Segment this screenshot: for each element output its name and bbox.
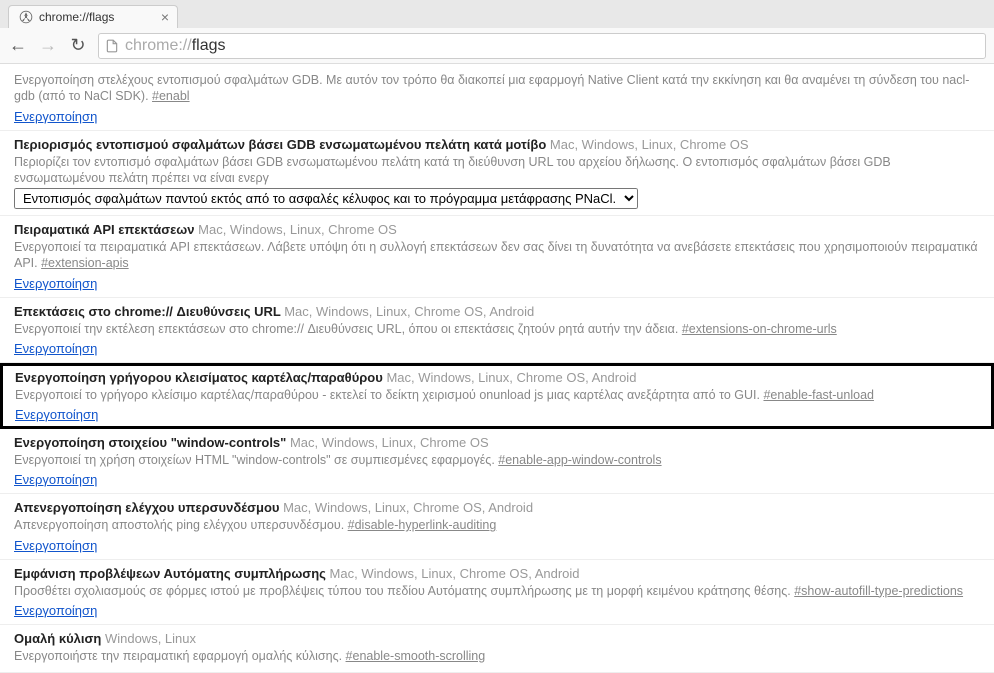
flag-anchor-link[interactable]: #enable-smooth-scrolling xyxy=(346,649,486,663)
flag-anchor-link[interactable]: #disable-hyperlink-auditing xyxy=(348,518,497,532)
flag-item: Εμφάνιση προβλέψεων Αυτόματης συμπλήρωση… xyxy=(0,560,994,625)
flag-title: Πειραματικά API επεκτάσεων xyxy=(14,222,198,237)
toolbar: ← → ↻ chrome://flags xyxy=(0,28,994,64)
flag-description: Ενεργοποιήστε την πειραματική εφαρμογή ο… xyxy=(14,648,980,664)
flag-title: Απενεργοποίηση ελέγχου υπερσυνδέσμου xyxy=(14,500,283,515)
flags-list: Ενεργοποίηση στελέχους εντοπισμού σφαλμά… xyxy=(0,64,994,673)
flag-anchor-link[interactable]: #extensions-on-chrome-urls xyxy=(682,322,837,336)
enable-link[interactable]: Ενεργοποίηση xyxy=(14,538,97,553)
tab-bar: chrome://flags × xyxy=(0,0,994,28)
flag-anchor-link[interactable]: #extension-apis xyxy=(41,256,129,270)
flag-title: Επεκτάσεις στο chrome:// Διευθύνσεις URL xyxy=(14,304,284,319)
flag-anchor-link[interactable]: #enabl xyxy=(152,89,190,103)
flag-title: Ενεργοποίηση στοιχείου "window-controls" xyxy=(14,435,290,450)
flag-platforms: Mac, Windows, Linux, Chrome OS, Android xyxy=(283,500,533,515)
forward-button[interactable]: → xyxy=(38,35,58,56)
flag-description: Ενεργοποιεί το γρήγορο κλείσιμο καρτέλας… xyxy=(15,387,979,403)
flag-platforms: Mac, Windows, Linux, Chrome OS, Android xyxy=(330,566,580,581)
flag-anchor-link[interactable]: #show-autofill-type-predictions xyxy=(794,584,963,598)
browser-tab[interactable]: chrome://flags × xyxy=(8,5,178,28)
flag-platforms: Mac, Windows, Linux, Chrome OS xyxy=(198,222,397,237)
flag-platforms: Mac, Windows, Linux, Chrome OS, Android xyxy=(386,370,636,385)
flag-item: Επεκτάσεις στο chrome:// Διευθύνσεις URL… xyxy=(0,298,994,363)
flag-platforms: Mac, Windows, Linux, Chrome OS xyxy=(550,137,749,152)
enable-link[interactable]: Ενεργοποίηση xyxy=(15,407,98,422)
tab-title: chrome://flags xyxy=(39,10,114,24)
flag-item: Ομαλή κύλιση Windows, Linux Ενεργοποιήστε… xyxy=(0,625,994,673)
flag-title: Ομαλή κύλιση xyxy=(14,631,105,646)
flag-title: Εμφάνιση προβλέψεων Αυτόματης συμπλήρωση… xyxy=(14,566,330,581)
omnibox[interactable]: chrome://flags xyxy=(98,33,986,59)
flag-anchor-link[interactable]: #enable-fast-unload xyxy=(763,388,874,402)
page-icon xyxy=(105,39,119,53)
flag-item: Περιορισμός εντοπισμού σφαλμάτων βάσει G… xyxy=(0,131,994,217)
flag-select[interactable]: Εντοπισμός σφαλμάτων παντού εκτός από το… xyxy=(14,188,638,209)
flag-item: Ενεργοποίηση γρήγορου κλεισίματος καρτέλ… xyxy=(0,363,994,429)
nuclear-icon xyxy=(19,10,33,24)
flag-item: Πειραματικά API επεκτάσεων Mac, Windows,… xyxy=(0,216,994,298)
back-button[interactable]: ← xyxy=(8,35,28,56)
flag-item: Ενεργοποίηση στοιχείου "window-controls"… xyxy=(0,429,994,494)
flag-description: Ενεργοποιεί την εκτέλεση επεκτάσεων στο … xyxy=(14,321,980,337)
url-text: chrome://flags xyxy=(125,37,225,55)
flag-description: Ενεργοποίηση στελέχους εντοπισμού σφαλμά… xyxy=(14,72,980,105)
flag-platforms: Mac, Windows, Linux, Chrome OS, Android xyxy=(284,304,534,319)
enable-link[interactable]: Ενεργοποίηση xyxy=(14,276,97,291)
flag-title: Ενεργοποίηση γρήγορου κλεισίματος καρτέλ… xyxy=(15,370,386,385)
flag-description: Προσθέτει σχολιασμούς σε φόρμες ιστού με… xyxy=(14,583,980,599)
flag-description: Ενεργοποιεί τη χρήση στοιχείων HTML "win… xyxy=(14,452,980,468)
reload-button[interactable]: ↻ xyxy=(68,35,88,56)
flag-description: Περιορίζει τον εντοπισμό σφαλμάτων βάσει… xyxy=(14,154,980,187)
flag-item: Απενεργοποίηση ελέγχου υπερσυνδέσμου Mac… xyxy=(0,494,994,559)
enable-link[interactable]: Ενεργοποίηση xyxy=(14,109,97,124)
flag-platforms: Windows, Linux xyxy=(105,631,196,646)
enable-link[interactable]: Ενεργοποίηση xyxy=(14,341,97,356)
flag-title: Περιορισμός εντοπισμού σφαλμάτων βάσει G… xyxy=(14,137,550,152)
close-icon[interactable]: × xyxy=(161,9,169,25)
enable-link[interactable]: Ενεργοποίηση xyxy=(14,603,97,618)
flag-item: Ενεργοποίηση στελέχους εντοπισμού σφαλμά… xyxy=(0,64,994,131)
flag-description: Απενεργοποίηση αποστολής ping ελέγχου υπ… xyxy=(14,517,980,533)
flag-anchor-link[interactable]: #enable-app-window-controls xyxy=(498,453,661,467)
flag-description: Ενεργοποιεί τα πειραματικά API επεκτάσεω… xyxy=(14,239,980,272)
enable-link[interactable]: Ενεργοποίηση xyxy=(14,472,97,487)
flag-platforms: Mac, Windows, Linux, Chrome OS xyxy=(290,435,489,450)
